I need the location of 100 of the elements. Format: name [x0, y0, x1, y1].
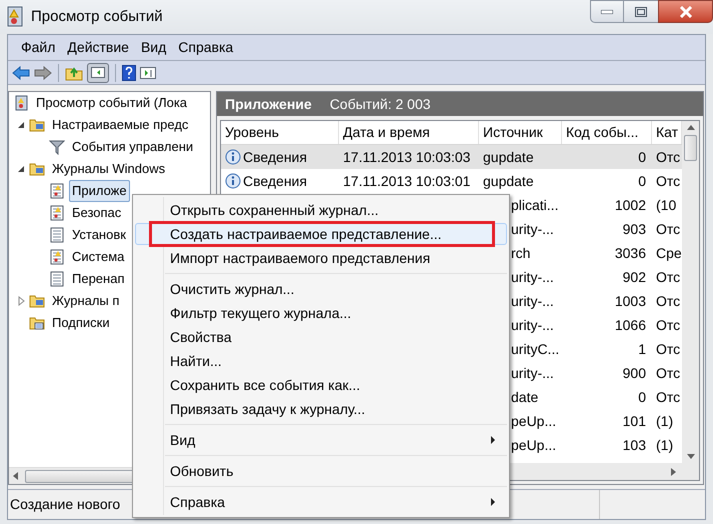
window-title: Просмотр событий	[31, 6, 163, 27]
tree-item[interactable]: Журналы Windows	[49, 158, 168, 180]
menu-item[interactable]: Фильтр текущего журнала...	[135, 302, 507, 324]
menu-item[interactable]: Вид	[135, 429, 507, 451]
tree-item[interactable]: Система	[69, 246, 128, 268]
collapse-arrow-icon[interactable]	[16, 164, 26, 174]
forward-arrow-icon[interactable]	[34, 66, 52, 80]
action-pane-icon[interactable]	[140, 66, 156, 78]
event-viewer-icon	[13, 95, 29, 111]
table-cell-text: Отс	[656, 388, 680, 406]
table-cell-text: 0	[638, 172, 646, 190]
tree-item[interactable]: Настраиваемые предс	[49, 114, 192, 136]
tree-item[interactable]: Перенап	[69, 268, 128, 290]
event-viewer-icon	[5, 6, 25, 28]
table-cell-text: 0	[638, 388, 646, 406]
menu-item[interactable]: Найти...	[135, 350, 507, 372]
close-button[interactable]	[658, 0, 713, 23]
menu-item[interactable]: Открыть сохраненный журнал...	[135, 199, 507, 221]
document-icon	[49, 271, 65, 287]
submenu-arrow-icon	[491, 498, 496, 506]
menu-item[interactable]: Файл	[16, 36, 60, 58]
table-cell-text: rch	[511, 244, 530, 262]
table-cell-text: 903	[622, 220, 646, 238]
minimize-icon	[601, 10, 613, 14]
document-icon	[49, 227, 65, 243]
menu-item[interactable]: Свойства	[135, 326, 507, 348]
table-cell-text: Отс	[656, 316, 680, 334]
table-cell-text: Отс	[656, 292, 680, 310]
table-cell-text: urity-...	[511, 292, 554, 311]
vertical-scrollbar[interactable]	[682, 121, 699, 463]
table-cell-text: urity-...	[511, 268, 554, 287]
log-icon	[49, 183, 65, 199]
tree-item[interactable]: Журналы п	[49, 290, 122, 312]
info-icon	[225, 149, 241, 165]
table-cell-text: Отс	[656, 148, 680, 166]
table-cell-text: Сведения	[243, 148, 307, 167]
log-icon	[49, 205, 65, 221]
table-row[interactable]: Сведения 17.11.2013 10:03:03 gupdate 0 Отс	[221, 145, 682, 169]
expand-arrow-icon[interactable]	[16, 296, 26, 306]
column-header[interactable]: Источник	[479, 121, 562, 144]
back-arrow-icon[interactable]	[12, 66, 30, 80]
folder-icon	[29, 293, 45, 309]
menu-item[interactable]: Обновить	[135, 460, 507, 482]
table-cell-text: urity-...	[511, 220, 554, 239]
close-icon	[678, 6, 692, 18]
menu-item[interactable]: Очистить журнал...	[135, 278, 507, 300]
table-cell-text: peUp...	[511, 436, 556, 455]
log-icon	[49, 249, 65, 265]
table-cell-text: 900	[622, 364, 646, 382]
menu-item[interactable]: Вид	[136, 36, 172, 58]
table-cell-text: gupdate	[483, 172, 534, 191]
tree-item[interactable]: События управлени	[69, 136, 196, 158]
folder-icon	[29, 161, 45, 177]
info-icon	[225, 173, 241, 189]
table-cell-text: plicati...	[511, 196, 558, 215]
table-cell-text: Отс	[656, 220, 680, 238]
filter-icon	[49, 139, 65, 155]
folder-icon	[29, 315, 45, 331]
table-cell-text: Отс	[656, 172, 680, 190]
column-header[interactable]: Код собы...	[562, 121, 652, 144]
tree-item[interactable]: Просмотр событий (Лока	[33, 92, 190, 114]
tree-item[interactable]: Подписки	[49, 312, 113, 334]
table-cell-text: Сведения	[243, 172, 307, 191]
table-cell-text: 902	[622, 268, 646, 286]
column-header[interactable]: Дата и время	[339, 121, 479, 144]
tree-item[interactable]: Безопас	[69, 202, 124, 224]
table-cell-text: 1066	[614, 316, 646, 334]
maximize-icon	[635, 6, 647, 16]
table-cell-text: Отс	[656, 268, 680, 286]
column-header[interactable]: Уровень	[221, 121, 339, 144]
menu-item[interactable]: Импорт настраиваемого представления	[135, 247, 507, 269]
table-cell-text: 17.11.2013 10:03:01	[343, 172, 470, 190]
table-cell-text: 3036	[614, 244, 646, 262]
menu-item[interactable]: Создать настраиваемое представление...	[135, 223, 507, 245]
submenu-arrow-icon	[491, 436, 496, 444]
table-cell-text: Отс	[656, 340, 680, 358]
event-count: Событий: 2 003	[330, 94, 431, 114]
scrollbar-thumb[interactable]	[684, 135, 697, 161]
collapse-arrow-icon[interactable]	[16, 120, 26, 130]
pane-icon	[91, 67, 105, 78]
tree-item[interactable]: Установк	[69, 224, 129, 246]
menu-item[interactable]: Сохранить все события как...	[135, 374, 507, 396]
menu-item[interactable]: Действие	[62, 36, 134, 58]
menu-item[interactable]: Привязать задачу к журналу...	[135, 398, 507, 420]
menu-item[interactable]: Справка	[173, 36, 238, 58]
table-cell-text: 17.11.2013 10:03:03	[343, 148, 470, 166]
table-cell-text: 101	[622, 412, 646, 430]
table-cell-text: peUp...	[511, 412, 556, 431]
table-cell-text: 1	[638, 340, 646, 358]
panel-title: Приложение	[225, 94, 312, 114]
folder-up-icon[interactable]	[65, 64, 83, 80]
menu-item[interactable]: Справка	[135, 491, 507, 513]
status-text: Создание нового	[10, 495, 120, 514]
help-icon[interactable]	[122, 64, 136, 80]
tree-item[interactable]: Приложе	[69, 180, 130, 202]
table-cell-text: (1)	[656, 412, 674, 431]
table-cell-text: urity-...	[511, 316, 554, 335]
tree-pane-toggle-button[interactable]	[87, 62, 109, 82]
table-cell-text: (1)	[656, 436, 674, 455]
maximize-button[interactable]	[624, 0, 658, 23]
